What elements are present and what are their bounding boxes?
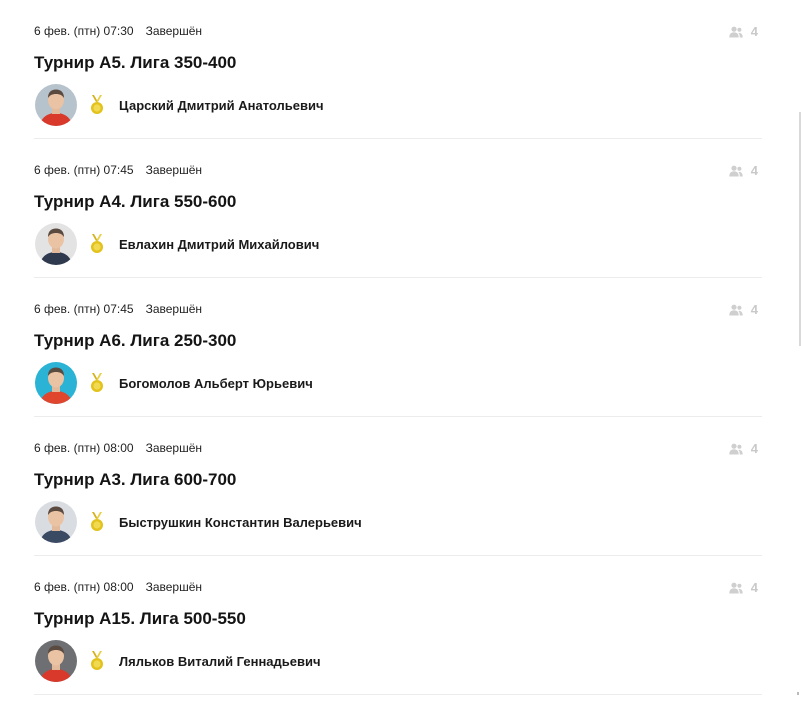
people-icon xyxy=(729,582,743,594)
medal-icon xyxy=(89,512,105,532)
players-count: 4 xyxy=(729,302,758,317)
tournament-datetime: 6 фев. (птн) 08:00 xyxy=(34,441,134,455)
players-count-value: 4 xyxy=(750,580,758,595)
tournament-datetime: 6 фев. (птн) 07:45 xyxy=(34,302,134,316)
avatar[interactable] xyxy=(35,362,77,404)
medal-icon xyxy=(89,373,105,393)
players-count-value: 4 xyxy=(750,441,758,456)
tournament-title[interactable]: Турнир А4. Лига 550-600 xyxy=(34,192,236,212)
tournament-status: Завершён xyxy=(145,24,203,38)
tournament-title[interactable]: Турнир А15. Лига 500-550 xyxy=(34,609,246,629)
tournament-status: Завершён xyxy=(145,163,203,177)
tournament-datetime: 6 фев. (птн) 07:30 xyxy=(34,24,134,38)
tournament-item[interactable]: 6 фев. (птн) 07:45 Завершён 4 Турнир А6. … xyxy=(34,278,762,417)
players-count: 4 xyxy=(729,163,758,178)
scrollbar-end-marker xyxy=(797,692,799,695)
players-count: 4 xyxy=(729,580,758,595)
winner-name[interactable]: Евлахин Дмитрий Михайлович xyxy=(119,237,319,252)
avatar[interactable] xyxy=(35,501,77,543)
people-icon xyxy=(729,443,743,455)
players-count-value: 4 xyxy=(750,302,758,317)
tournament-meta: 6 фев. (птн) 08:00 Завершён xyxy=(34,580,202,594)
tournament-title[interactable]: Турнир А5. Лига 350-400 xyxy=(34,53,236,73)
tournament-winner: Ляльков Виталий Геннадьевич xyxy=(35,640,321,682)
medal-icon xyxy=(89,234,105,254)
players-count: 4 xyxy=(729,24,758,39)
tournament-status: Завершён xyxy=(145,441,203,455)
avatar[interactable] xyxy=(35,223,77,265)
tournament-item[interactable]: 6 фев. (птн) 08:00 Завершён 4 Турнир А3. … xyxy=(34,417,762,556)
tournament-meta: 6 фев. (птн) 08:00 Завершён xyxy=(34,441,202,455)
people-icon xyxy=(729,26,743,38)
medal-icon xyxy=(89,651,105,671)
winner-name[interactable]: Царский Дмитрий Анатольевич xyxy=(119,98,324,113)
tournament-status: Завершён xyxy=(145,302,203,316)
avatar[interactable] xyxy=(35,640,77,682)
tournament-title[interactable]: Турнир А3. Лига 600-700 xyxy=(34,470,236,490)
tournament-winner: Быструшкин Константин Валерьевич xyxy=(35,501,362,543)
tournament-list: 6 фев. (птн) 07:30 Завершён 4 Турнир А5. … xyxy=(34,0,762,695)
winner-name[interactable]: Быструшкин Константин Валерьевич xyxy=(119,515,362,530)
players-count-value: 4 xyxy=(750,24,758,39)
tournament-meta: 6 фев. (птн) 07:45 Завершён xyxy=(34,163,202,177)
players-count-value: 4 xyxy=(750,163,758,178)
tournament-meta: 6 фев. (птн) 07:30 Завершён xyxy=(34,24,202,38)
tournament-meta: 6 фев. (птн) 07:45 Завершён xyxy=(34,302,202,316)
tournament-status: Завершён xyxy=(145,580,203,594)
winner-name[interactable]: Богомолов Альберт Юрьевич xyxy=(119,376,313,391)
tournament-history-page: 6 фев. (птн) 07:30 Завершён 4 Турнир А5. … xyxy=(0,0,801,704)
avatar[interactable] xyxy=(35,84,77,126)
tournament-winner: Евлахин Дмитрий Михайлович xyxy=(35,223,319,265)
tournament-title[interactable]: Турнир А6. Лига 250-300 xyxy=(34,331,236,351)
tournament-winner: Царский Дмитрий Анатольевич xyxy=(35,84,324,126)
tournament-item[interactable]: 6 фев. (птн) 07:30 Завершён 4 Турнир А5. … xyxy=(34,0,762,139)
tournament-item[interactable]: 6 фев. (птн) 08:00 Завершён 4 Турнир А15.… xyxy=(34,556,762,695)
medal-icon xyxy=(89,95,105,115)
tournament-datetime: 6 фев. (птн) 08:00 xyxy=(34,580,134,594)
tournament-item[interactable]: 6 фев. (птн) 07:45 Завершён 4 Турнир А4. … xyxy=(34,139,762,278)
people-icon xyxy=(729,304,743,316)
tournament-winner: Богомолов Альберт Юрьевич xyxy=(35,362,313,404)
people-icon xyxy=(729,165,743,177)
players-count: 4 xyxy=(729,441,758,456)
winner-name[interactable]: Ляльков Виталий Геннадьевич xyxy=(119,654,321,669)
tournament-datetime: 6 фев. (птн) 07:45 xyxy=(34,163,134,177)
